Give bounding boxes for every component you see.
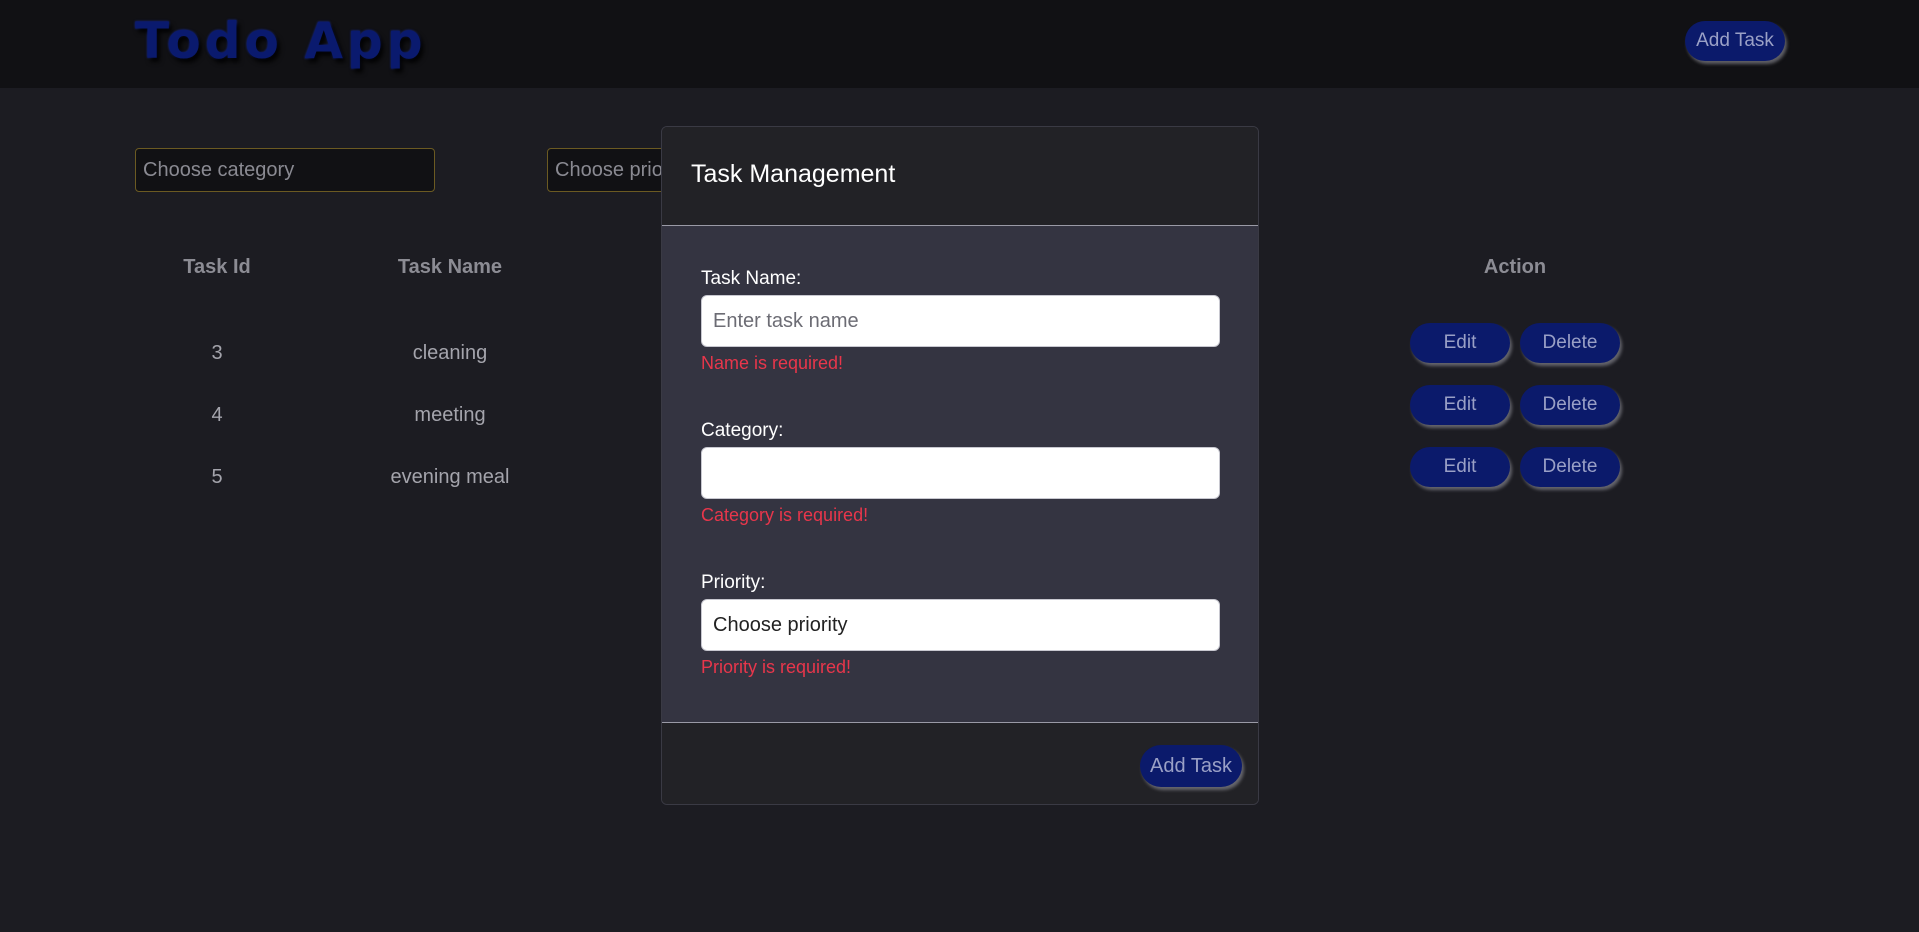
modal-footer: Add Task (662, 723, 1258, 804)
task-name-cell: cleaning (412, 342, 488, 364)
delete-button[interactable]: Delete (1520, 323, 1620, 363)
modal-body: Task Name: Name is required! Category: C… (662, 226, 1258, 723)
header-add-task-button[interactable]: Add Task (1685, 21, 1785, 61)
column-header-task-id: Task Id (183, 256, 251, 278)
modal-add-task-button[interactable]: Add Task (1140, 745, 1242, 787)
app-title: Todo App (135, 12, 427, 70)
column-header-task-name: Task Name (397, 256, 503, 278)
priority-label: Priority: (701, 572, 766, 593)
edit-button[interactable]: Edit (1410, 323, 1510, 363)
task-name-cell: evening meal (390, 466, 510, 488)
category-input[interactable] (701, 447, 1220, 499)
task-name-cell: meeting (414, 404, 486, 426)
task-name-error: Name is required! (701, 353, 844, 373)
task-management-modal: Task Management Task Name: Name is requi… (661, 126, 1259, 805)
task-id-cell: 4 (211, 404, 223, 426)
category-error: Category is required! (701, 505, 869, 525)
modal-header: Task Management (662, 127, 1258, 226)
column-header-action: Action (1483, 256, 1547, 278)
modal-title: Task Management (691, 160, 896, 188)
task-id-cell: 5 (211, 466, 223, 488)
category-filter-select[interactable]: Choose category (135, 148, 435, 192)
app-header: Todo App Add Task (0, 0, 1919, 88)
category-label: Category: (701, 420, 784, 441)
task-id-cell: 3 (211, 342, 223, 364)
task-name-input[interactable] (701, 295, 1220, 347)
task-name-label: Task Name: (701, 268, 802, 289)
edit-button[interactable]: Edit (1410, 385, 1510, 425)
priority-error: Priority is required! (701, 657, 852, 677)
delete-button[interactable]: Delete (1520, 385, 1620, 425)
priority-select[interactable]: Choose priority (701, 599, 1220, 651)
edit-button[interactable]: Edit (1410, 447, 1510, 487)
delete-button[interactable]: Delete (1520, 447, 1620, 487)
